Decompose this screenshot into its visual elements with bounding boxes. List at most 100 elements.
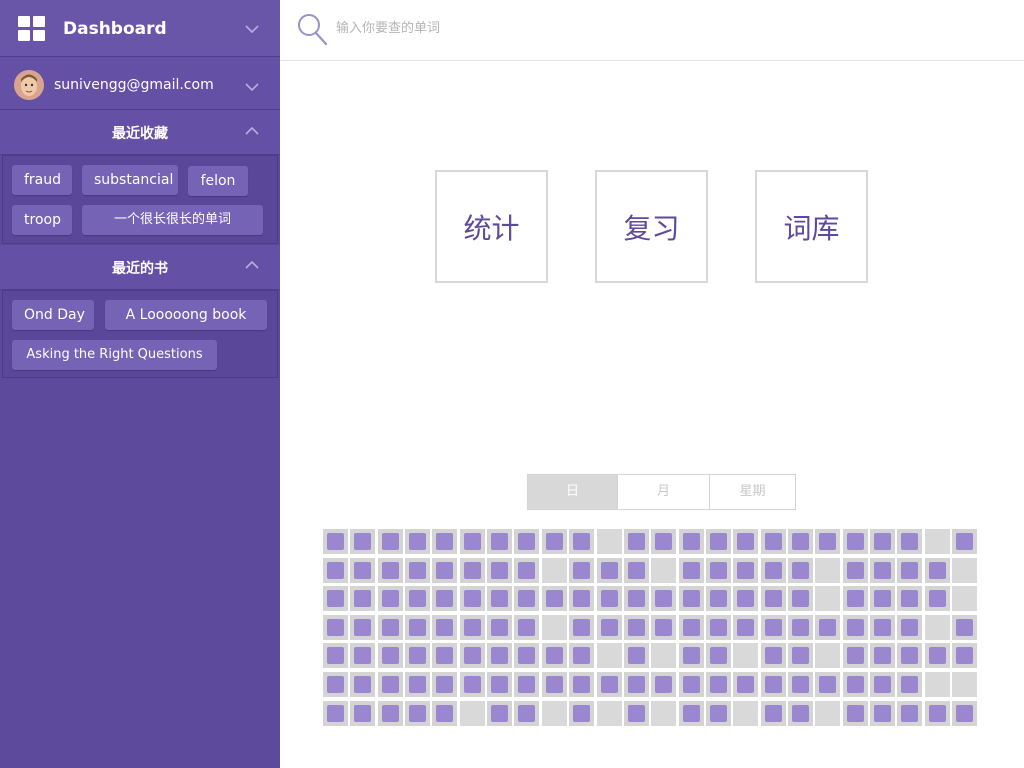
activity-cell [460,672,485,697]
activity-cell [897,615,922,640]
activity-cell [679,586,704,611]
activity-cell [569,586,594,611]
activity-cell [514,586,539,611]
activity-cell [651,586,676,611]
dashboard-grid-icon [18,16,46,41]
chevron-down-icon[interactable] [244,79,260,95]
activity-cell [733,529,758,554]
activity-cell [624,586,649,611]
book-tag[interactable]: A Looooong book [105,300,267,330]
activity-cell [897,529,922,554]
sidebar: Dashboard sunivengg@gmail.com 最近收藏 fraud… [0,0,280,768]
activity-cell [788,586,813,611]
activity-cell [569,529,594,554]
activity-cell [597,586,622,611]
activity-cell [405,672,430,697]
activity-cell [432,672,457,697]
tile-statistics[interactable]: 统计 [435,170,548,283]
activity-cell [706,672,731,697]
activity-cell [460,615,485,640]
search-input[interactable] [336,14,446,58]
chevron-down-icon[interactable] [244,21,260,37]
activity-cell [542,672,567,697]
activity-cell [514,701,539,726]
activity-cell [788,643,813,668]
activity-cell [952,529,977,554]
activity-cell [925,558,950,583]
activity-cell [323,701,348,726]
activity-cell [679,558,704,583]
activity-cell [761,672,786,697]
activity-cell [569,672,594,697]
activity-cell [843,529,868,554]
activity-cell [460,586,485,611]
activity-cell [378,643,403,668]
activity-cell [323,643,348,668]
recent-favorites-header[interactable]: 最近收藏 [0,110,280,155]
chevron-up-icon[interactable] [244,123,260,139]
activity-cell [432,701,457,726]
activity-cell [597,672,622,697]
activity-cell [761,558,786,583]
tile-vocabulary[interactable]: 词库 [755,170,868,283]
activity-cell [460,701,485,726]
segment-week[interactable]: 星期 [710,475,795,509]
activity-cell [323,558,348,583]
activity-cell [597,701,622,726]
activity-cell [569,701,594,726]
activity-cell [897,558,922,583]
activity-cell [870,701,895,726]
activity-cell [788,558,813,583]
activity-cell [815,529,840,554]
book-tag[interactable]: Asking the Right Questions [12,340,217,370]
dashboard-header[interactable]: Dashboard [0,0,280,57]
activity-cell [651,529,676,554]
activity-cell [487,615,512,640]
search-icon[interactable] [296,12,328,46]
activity-cell [487,672,512,697]
activity-cell [706,615,731,640]
activity-cell [952,558,977,583]
chevron-up-icon[interactable] [244,257,260,273]
activity-cell [323,615,348,640]
activity-cell [733,672,758,697]
tile-review[interactable]: 复习 [595,170,708,283]
segment-month[interactable]: 月 [618,475,710,509]
word-tag[interactable]: fraud [12,165,72,195]
activity-cell [925,529,950,554]
search-bar [280,0,1024,61]
activity-cell [679,529,704,554]
word-tag[interactable]: troop [12,205,72,235]
activity-cell [323,529,348,554]
activity-cell [733,558,758,583]
activity-cell [815,586,840,611]
activity-cell [815,643,840,668]
activity-cell [679,672,704,697]
activity-cell [624,643,649,668]
user-account-row[interactable]: sunivengg@gmail.com [0,57,280,110]
activity-cell [378,558,403,583]
word-tag[interactable]: felon [188,166,248,196]
activity-cell [788,529,813,554]
recent-books-header[interactable]: 最近的书 [0,245,280,290]
user-email: sunivengg@gmail.com [54,77,214,93]
activity-cell [843,615,868,640]
activity-cell [597,558,622,583]
activity-cell [952,672,977,697]
segment-day[interactable]: 日 [528,475,618,509]
activity-cell [897,586,922,611]
word-tag[interactable]: 一个很长很长的单词 [82,205,263,235]
activity-cell [870,672,895,697]
activity-cell [432,643,457,668]
activity-cell [952,615,977,640]
book-tag[interactable]: Ond Day [12,300,94,330]
activity-cell [870,558,895,583]
activity-cell [514,672,539,697]
activity-cell [815,701,840,726]
word-tag[interactable]: substancial [82,165,178,195]
activity-cell [487,529,512,554]
activity-cell [679,615,704,640]
activity-cell [706,558,731,583]
activity-cell [542,643,567,668]
activity-cell [432,586,457,611]
